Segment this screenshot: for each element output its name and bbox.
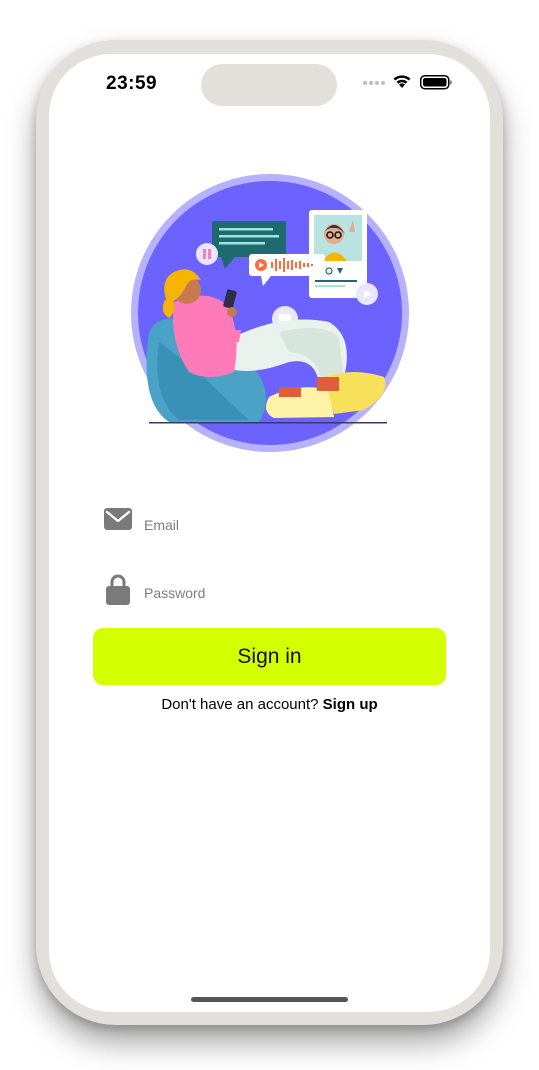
- email-input[interactable]: [144, 514, 434, 536]
- dynamic-island: [201, 64, 337, 106]
- home-indicator[interactable]: [191, 997, 348, 1002]
- sign-in-button[interactable]: Sign in: [93, 628, 446, 685]
- password-input[interactable]: [144, 582, 434, 604]
- signal-dots-icon: [363, 81, 385, 85]
- signup-question: Don't have an account?: [161, 696, 323, 713]
- email-field-row: [103, 506, 443, 546]
- sign-up-link[interactable]: Sign up: [323, 696, 378, 713]
- envelope-icon: [104, 508, 132, 530]
- hero-illustration: [131, 174, 409, 452]
- lock-icon: [106, 574, 130, 605]
- password-field-row: [103, 572, 443, 612]
- status-time: 23:59: [106, 73, 158, 94]
- signup-prompt: Don't have an account? Sign up: [49, 696, 490, 713]
- battery-icon: [420, 75, 452, 90]
- wifi-icon: [393, 75, 411, 88]
- app-screen: 23:59 Email Sign in Don't have an accoun…: [49, 54, 490, 1012]
